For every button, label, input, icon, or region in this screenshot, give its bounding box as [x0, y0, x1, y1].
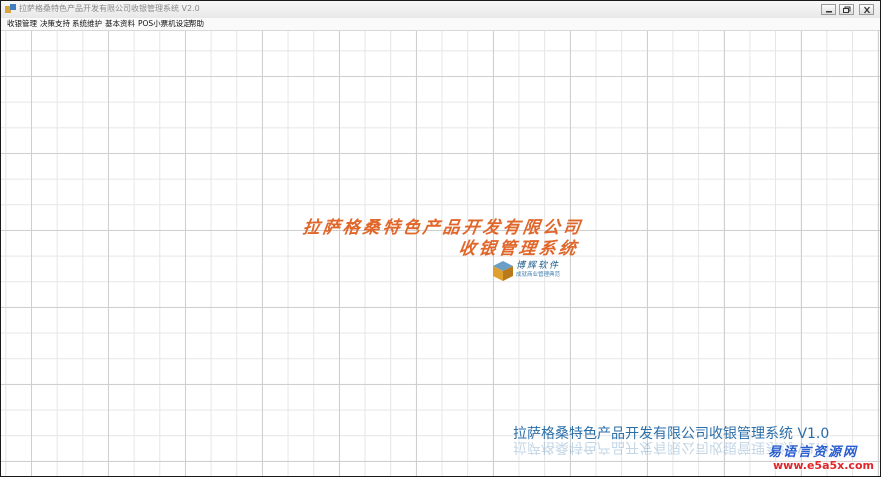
restore-button[interactable]	[839, 4, 854, 15]
app-window: 拉萨格桑特色产品开发有限公司收银管理系统 V2.0 收银管理 决策支持 系统维护…	[0, 0, 881, 477]
menu-system-maintenance[interactable]: 系统维护	[72, 18, 102, 30]
vendor-logo: 博辉软件 成就商业管理典范	[492, 258, 582, 282]
menu-decision-support[interactable]: 决策支持	[40, 18, 70, 30]
logo-cube-icon	[493, 261, 513, 281]
minimize-icon	[826, 11, 832, 13]
minimize-button[interactable]	[821, 4, 836, 15]
watermark-url: www.e5a5x.com	[773, 459, 874, 472]
menu-bar: 收银管理 决策支持 系统维护 基本资料 POS小票机设定 帮助	[1, 18, 880, 31]
menu-help[interactable]: 帮助	[189, 18, 204, 30]
logo-tagline: 成就商业管理典范	[516, 272, 561, 278]
menu-basic-data[interactable]: 基本资料	[105, 18, 135, 30]
grid-background	[1, 31, 880, 476]
menu-pos-printer-settings[interactable]: POS小票机设定	[138, 18, 191, 30]
close-button[interactable]	[859, 4, 874, 15]
watermark-name: 易语言资源网	[768, 445, 859, 460]
window-title: 拉萨格桑特色产品开发有限公司收银管理系统 V2.0	[19, 4, 200, 13]
restore-icon	[843, 6, 851, 13]
close-icon	[864, 6, 870, 14]
title-bar[interactable]: 拉萨格桑特色产品开发有限公司收银管理系统 V2.0	[1, 1, 880, 19]
menu-cashier-management[interactable]: 收银管理	[7, 18, 37, 30]
app-icon	[5, 4, 16, 13]
splash-system-name: 收银管理系统	[457, 239, 581, 259]
